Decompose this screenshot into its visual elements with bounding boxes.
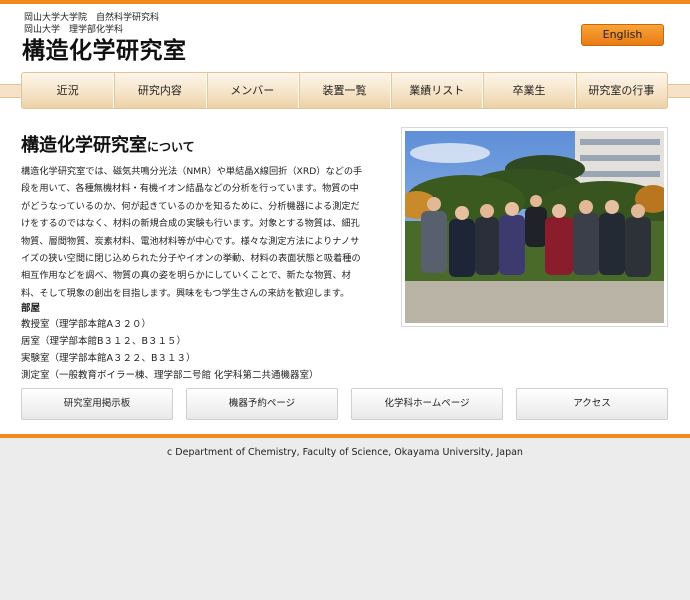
about-line: 段を用いて、各種無機材料・有機イオン結晶などの分析を行っています。物質の中 [21,183,359,195]
reservation-button[interactable]: 機器予約ページ [186,388,338,420]
footer-copyright: c Department of Chemistry, Faculty of Sc… [167,447,523,458]
rooms-list: 教授室（理学部本館A３２０） 居室（理学部本館B３１２、B３１５） 実験室（理学… [21,316,319,384]
about-heading-suffix: について [147,140,195,154]
english-button[interactable]: English [581,24,664,46]
group-photo-frame [401,127,668,327]
about-line: がどうなっているのか、何が起きているのかを知るために、分析機器による測定だ [21,200,360,212]
access-button[interactable]: アクセス [516,388,668,420]
about-heading: 構造化学研究室について [21,134,195,159]
about-description: 構造化学研究室では、磁気共鳴分光法（NMR）や単結晶X線回折（XRD）などの手 … [21,163,393,302]
room-item-professor: 教授室（理学部本館A３２０） [21,319,151,330]
nav-item-events[interactable]: 研究室の行事 [576,73,667,108]
about-line: 相互作用などを調べ、物質の真の姿を明らかにしていくことで、新たな物質、材 [21,270,351,282]
university-name-line2: 岡山大学 理学部化学科 [24,25,124,35]
main-nav: 近況 研究内容 メンバー 装置一覧 業績リスト 卒業生 研究室の行事 [21,72,668,109]
lab-title[interactable]: 構造化学研究室 [22,37,187,65]
about-line: 物質、層間物質、炭素材料、電池材料等が中心です。様々な測定方法によりナノサ [21,235,360,247]
group-photo [405,131,664,323]
room-item-office: 居室（理学部本館B３１２、B３１５） [21,336,187,347]
nav-item-research[interactable]: 研究内容 [114,73,207,108]
nav-item-alumni[interactable]: 卒業生 [483,73,576,108]
about-line: イズの狭い空間に閉じ込められた分子やイオンの挙動、材料の表面状態と吸着種の [21,253,361,265]
university-name-line1: 岡山大学大学院 自然科学研究科 [24,13,160,23]
room-item-lab: 実験室（理学部本館A３２２、B３１３） [21,353,196,364]
nav-item-publications[interactable]: 業績リスト [391,73,484,108]
nav-item-members[interactable]: メンバー [207,73,299,108]
room-item-measurement: 測定室（一般教育ボイラー棟、理学部二号館 化学科第二共通機器室） [21,370,319,381]
dept-home-button[interactable]: 化学科ホームページ [351,388,503,420]
about-line: 料、そして現象の創出を目指します。興味をもつ学生さんの来訪を歓迎します。 [21,287,350,299]
about-line: けをするのではなく、材料の新規合成の実験も行います。対象とする物質は、細孔 [21,218,360,230]
bottom-accent-bar [0,434,690,438]
nav-item-news[interactable]: 近況 [22,73,115,108]
about-heading-main: 構造化学研究室 [21,135,147,156]
about-line: 構造化学研究室では、磁気共鳴分光法（NMR）や単結晶X線回折（XRD）などの手 [21,166,363,177]
board-button[interactable]: 研究室用掲示板 [21,388,173,420]
nav-item-equipment[interactable]: 装置一覧 [299,73,392,108]
rooms-heading: 部屋 [21,303,41,314]
